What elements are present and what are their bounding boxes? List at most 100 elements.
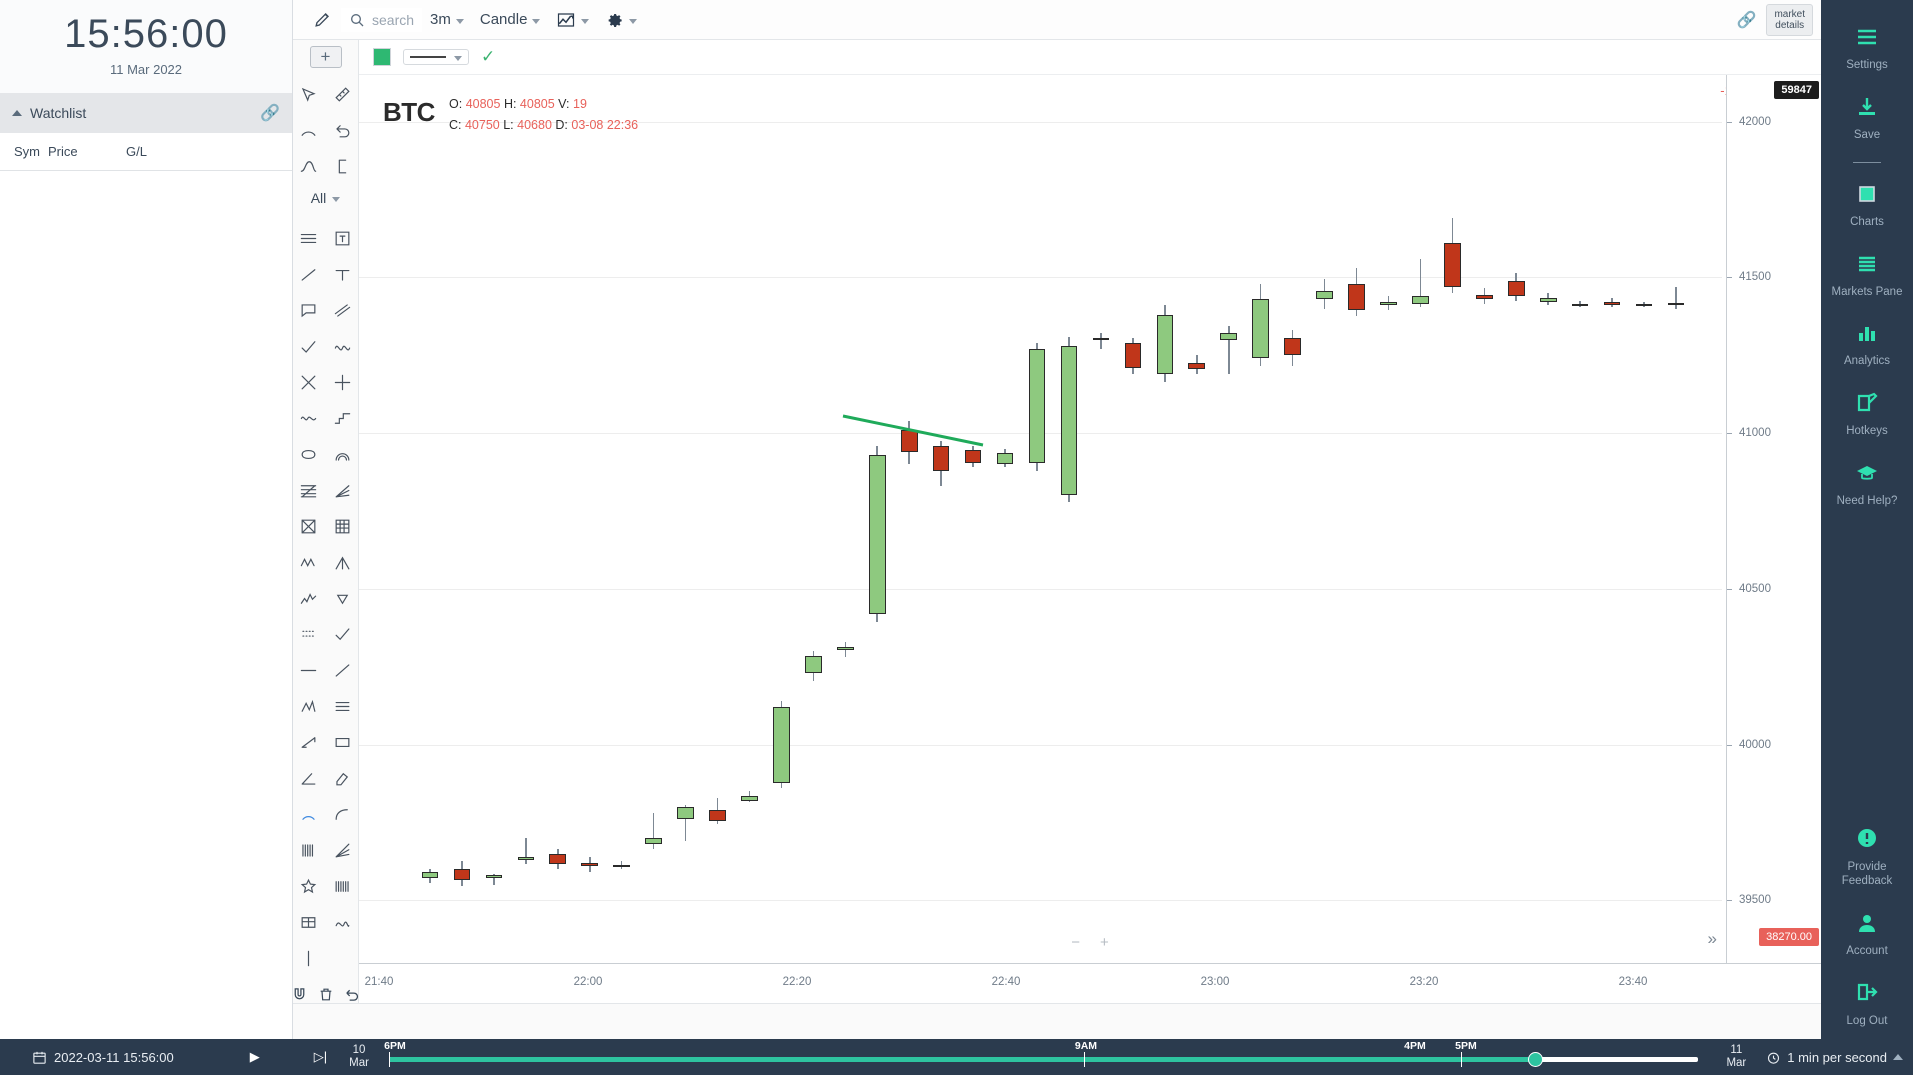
nav-item-analytics[interactable]: Analytics xyxy=(1821,310,1913,380)
callout-icon[interactable] xyxy=(293,292,325,328)
scrubber-knob[interactable] xyxy=(1528,1052,1543,1067)
zoom-controls[interactable]: − + xyxy=(1071,934,1109,951)
watchlist-header[interactable]: Watchlist 🔗 xyxy=(0,93,292,133)
table-row[interactable] xyxy=(0,241,292,255)
arc-tool-icon[interactable] xyxy=(293,796,325,832)
indicator-selector[interactable] xyxy=(548,11,597,29)
measure-icon[interactable] xyxy=(293,724,325,760)
interval-selector[interactable]: 3m xyxy=(422,11,472,28)
chart-plot-area[interactable]: BTC O: 40805 H: 40805 V: 19 C: 40750 xyxy=(359,75,1821,963)
nav-item-account[interactable]: Account xyxy=(1821,900,1913,970)
fan-lines-icon[interactable] xyxy=(327,832,359,868)
elliott-wave-icon[interactable] xyxy=(293,580,325,616)
table-row[interactable] xyxy=(0,395,292,409)
list-lines-icon[interactable] xyxy=(327,688,359,724)
playback-speed-selector[interactable]: 1 min per second xyxy=(1766,1050,1903,1065)
table-row[interactable] xyxy=(0,381,292,395)
gann-box-icon[interactable] xyxy=(293,508,325,544)
collapse-caret-icon[interactable] xyxy=(12,110,22,116)
check-line-icon[interactable] xyxy=(293,328,325,364)
datetime-display[interactable]: 2022-03-11 15:56:00 xyxy=(32,1050,174,1065)
xabcd-icon[interactable] xyxy=(293,688,325,724)
table-row[interactable] xyxy=(0,255,292,269)
price-axis[interactable]: 59847 420004150041000405004000039500 382… xyxy=(1726,75,1821,963)
star-icon[interactable] xyxy=(293,868,325,904)
horizontal-line-icon[interactable] xyxy=(293,652,325,688)
cross-lines-icon[interactable] xyxy=(293,364,325,400)
table-row[interactable] xyxy=(0,325,292,339)
text-box-icon[interactable] xyxy=(327,220,359,256)
barcode-icon[interactable] xyxy=(293,832,325,868)
add-tool-button[interactable]: + xyxy=(310,46,342,68)
wave-indicator-icon[interactable] xyxy=(293,400,325,436)
undo-arrow-icon[interactable] xyxy=(327,112,359,148)
ruler-icon[interactable] xyxy=(327,76,359,112)
nav-item-settings[interactable]: Settings xyxy=(1821,14,1913,84)
table-row[interactable] xyxy=(0,199,292,213)
trendline-icon[interactable] xyxy=(293,256,325,292)
angle-icon[interactable] xyxy=(293,760,325,796)
dot-pattern-icon[interactable] xyxy=(293,616,325,652)
pitchfork-icon[interactable] xyxy=(327,544,359,580)
triangle-down-icon[interactable] xyxy=(327,580,359,616)
arc-icon[interactable] xyxy=(293,112,325,148)
charttype-selector[interactable]: Candle xyxy=(472,11,549,28)
nav-item-hotkeys[interactable]: Hotkeys xyxy=(1821,380,1913,450)
step-forward-icon[interactable]: ▷| xyxy=(314,1049,327,1065)
table-row[interactable] xyxy=(0,227,292,241)
arc-rays-icon[interactable] xyxy=(327,436,359,472)
step-line-icon[interactable] xyxy=(327,400,359,436)
zoom-out-icon[interactable]: − xyxy=(1071,934,1080,951)
table-row[interactable] xyxy=(0,409,292,423)
settings-selector[interactable] xyxy=(597,10,645,29)
horizontal-rays-icon[interactable] xyxy=(293,220,325,256)
table-icon[interactable] xyxy=(293,904,325,940)
pencil-icon[interactable] xyxy=(303,3,341,37)
table-row[interactable] xyxy=(0,269,292,283)
table-row[interactable] xyxy=(0,423,292,437)
rectangle-icon[interactable] xyxy=(327,724,359,760)
table-row[interactable] xyxy=(0,297,292,311)
play-icon[interactable]: ▶ xyxy=(250,1049,260,1065)
cursor-arrow-icon[interactable] xyxy=(293,76,325,112)
wave-icon[interactable] xyxy=(327,328,359,364)
table-row[interactable] xyxy=(0,339,292,353)
caret-up-icon[interactable] xyxy=(1893,1054,1903,1060)
chart-link-icon[interactable]: 🔗 xyxy=(1737,10,1757,30)
check-icon[interactable]: ✓ xyxy=(481,47,495,67)
nav-item-save[interactable]: Save xyxy=(1821,84,1913,154)
time-axis[interactable]: 21:4022:0022:2022:4023:0023:2023:40 xyxy=(359,963,1821,1003)
flat-top-icon[interactable] xyxy=(327,256,359,292)
table-row[interactable] xyxy=(0,311,292,325)
table-row[interactable] xyxy=(0,283,292,297)
expand-right-icon[interactable]: » xyxy=(1708,929,1717,949)
plus-cross-icon[interactable] xyxy=(327,364,359,400)
col-header-price[interactable]: Price xyxy=(48,133,126,171)
line-style-selector[interactable] xyxy=(403,49,469,65)
zigzag-icon[interactable] xyxy=(293,544,325,580)
gann-grid-icon[interactable] xyxy=(327,508,359,544)
table-row[interactable] xyxy=(0,367,292,381)
vertical-line-icon[interactable] xyxy=(293,940,325,976)
table-row[interactable] xyxy=(0,353,292,367)
comb-icon[interactable] xyxy=(327,868,359,904)
tool-group-selector[interactable]: All xyxy=(311,190,341,206)
nav-item-provide-feedback[interactable]: Provide Feedback xyxy=(1821,815,1913,899)
zoom-in-icon[interactable]: + xyxy=(1100,934,1109,951)
diagonal-line-icon[interactable] xyxy=(327,652,359,688)
fib-retracement-icon[interactable] xyxy=(293,472,325,508)
search-input[interactable]: search xyxy=(341,8,422,32)
curve-icon[interactable] xyxy=(293,148,325,184)
timeline-scrubber[interactable]: 6PM 9AM 4PM 5PM xyxy=(389,1044,1699,1070)
check-mark-icon[interactable] xyxy=(327,616,359,652)
nav-item-need-help[interactable]: Need Help? xyxy=(1821,450,1913,520)
nav-item-charts[interactable]: Charts xyxy=(1821,171,1913,241)
bracket-icon[interactable] xyxy=(327,148,359,184)
ellipse-icon[interactable] xyxy=(293,436,325,472)
nav-item-log-out[interactable]: Log Out xyxy=(1821,969,1913,1039)
table-row[interactable] xyxy=(0,213,292,227)
col-header-gl[interactable]: G/L xyxy=(126,133,292,171)
wave-curve-icon[interactable] xyxy=(327,904,359,940)
table-row[interactable] xyxy=(0,185,292,199)
parallel-channel-icon[interactable] xyxy=(327,292,359,328)
